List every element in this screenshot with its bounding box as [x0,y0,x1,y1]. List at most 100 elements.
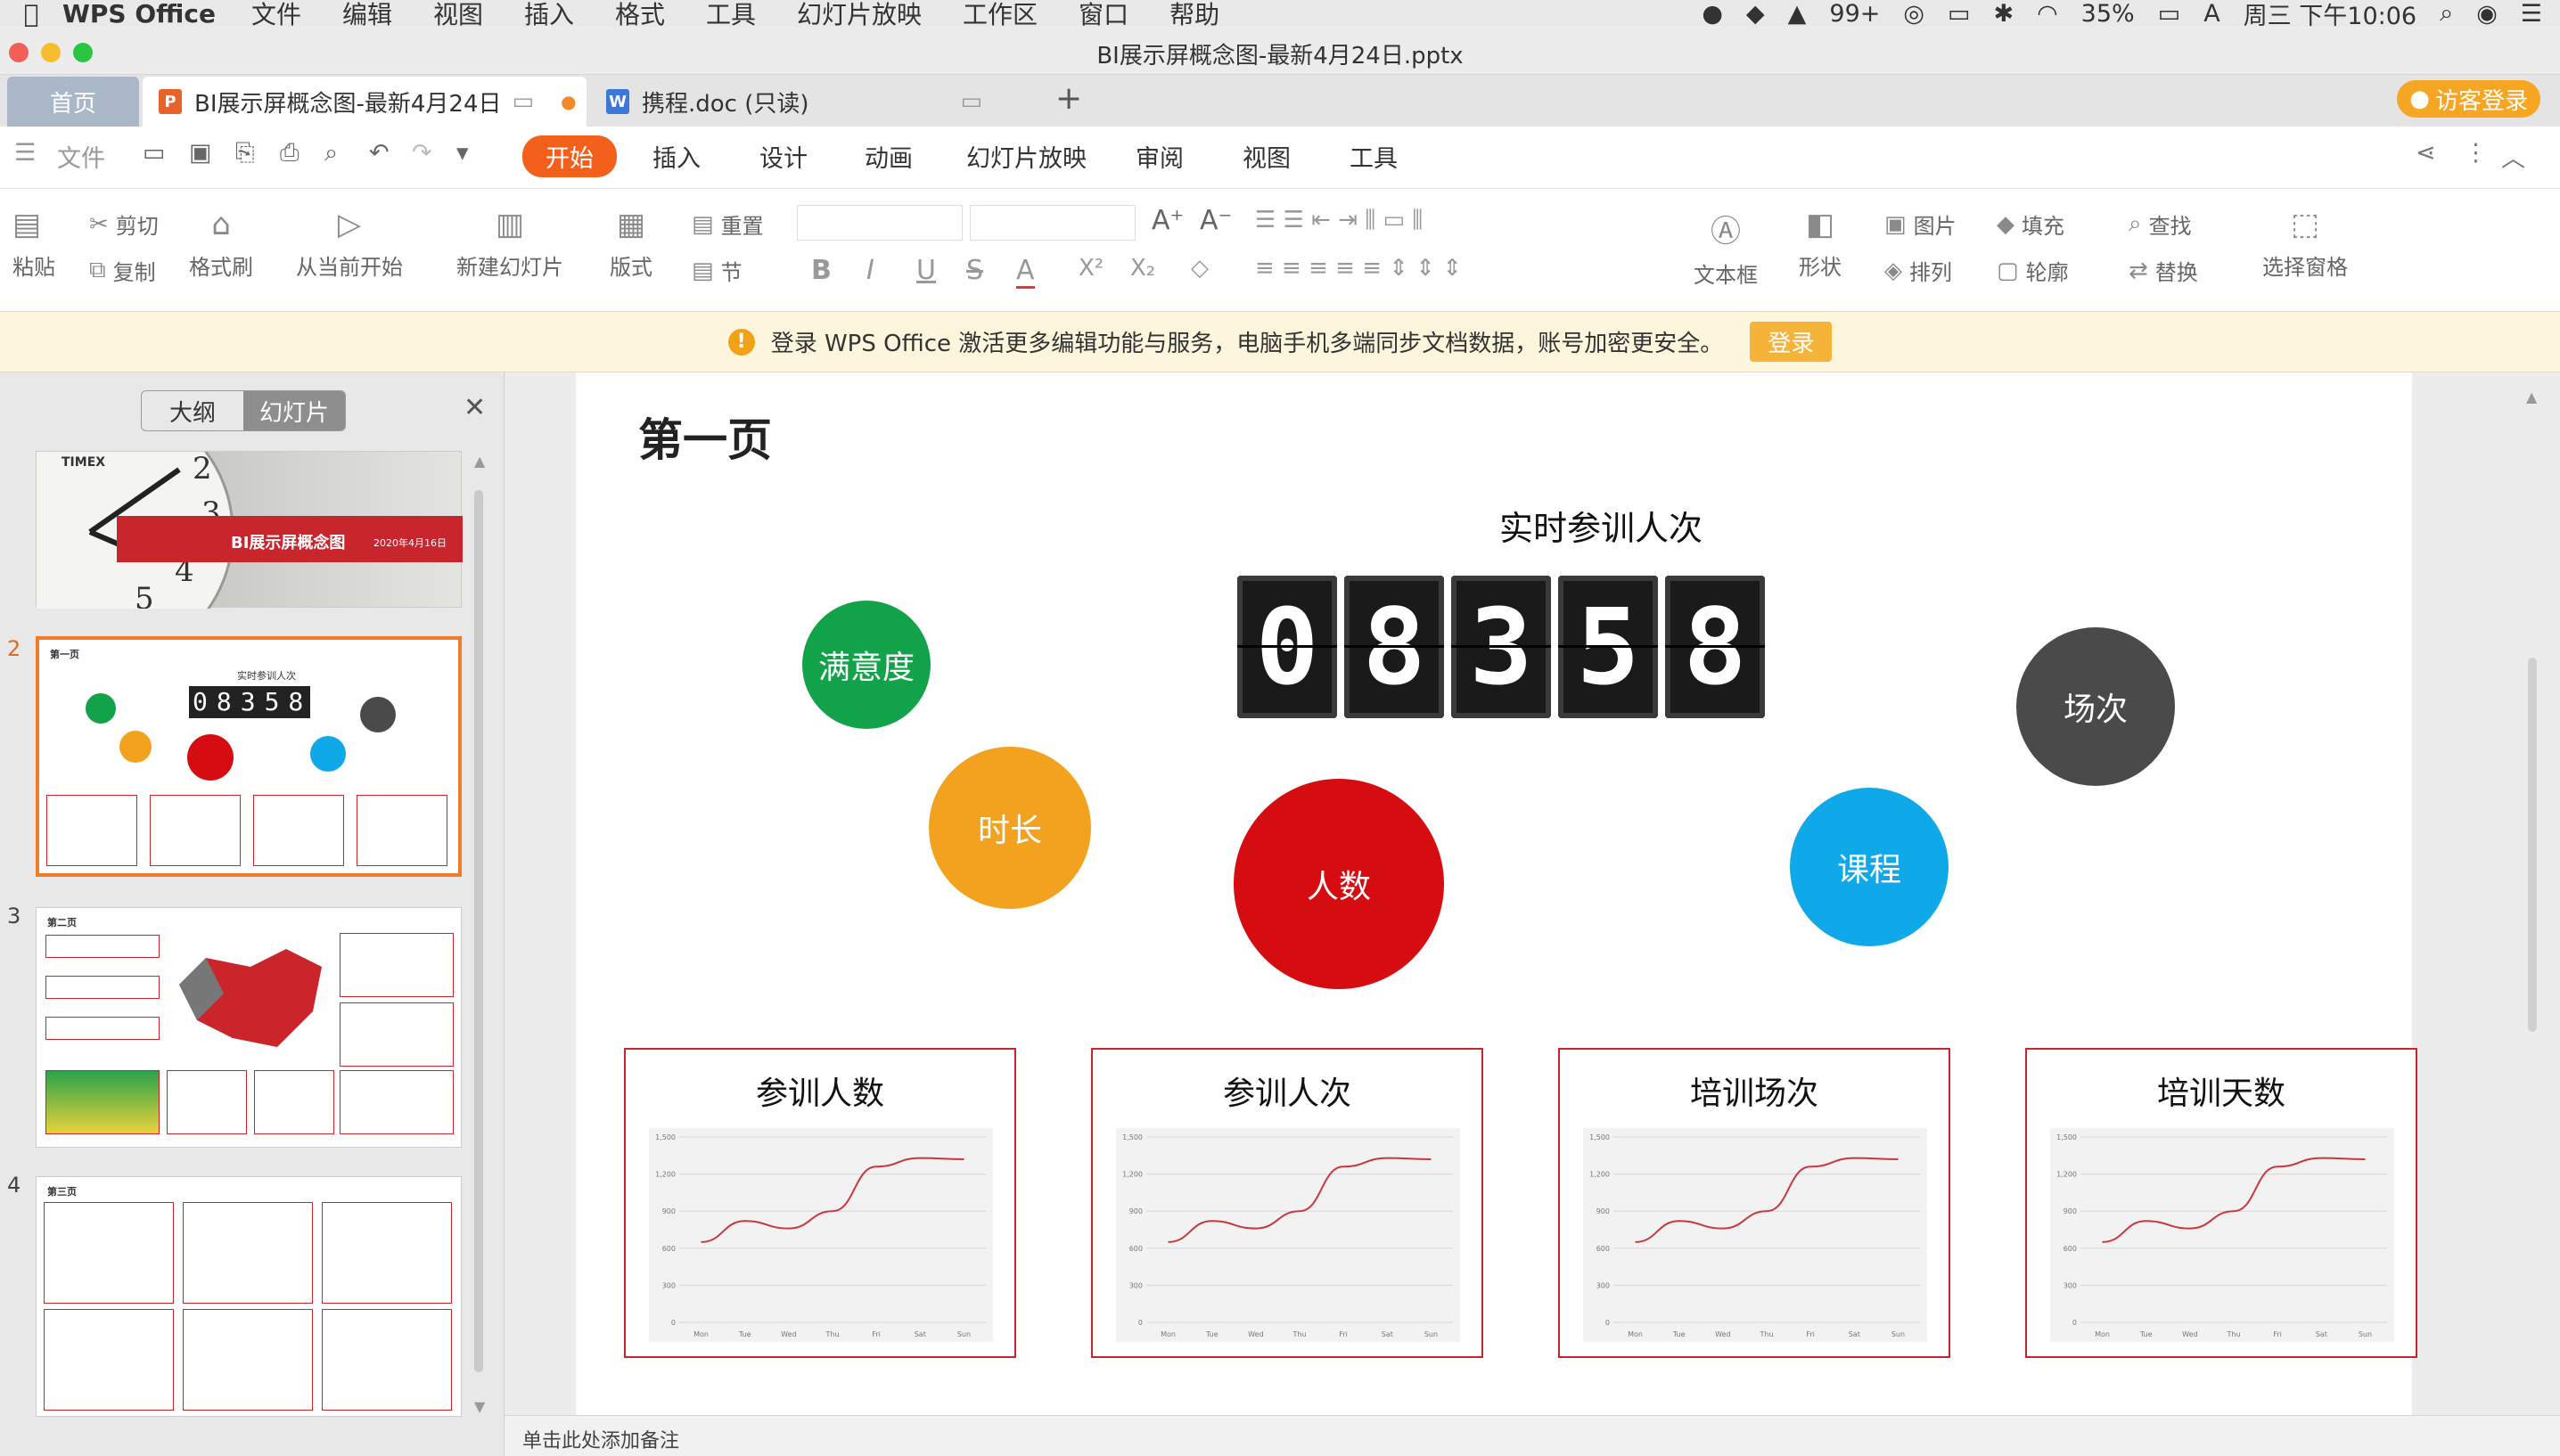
replace-button[interactable]: ⇄ 替换 [2129,255,2198,286]
print-preview-icon[interactable]: ⌕ [324,139,338,168]
slide-thumb-2[interactable]: 第一页 实时参训人次 08358 [36,636,462,877]
print-icon[interactable]: ⎙ [280,139,299,168]
grow-font-icon[interactable]: A⁺ [1152,205,1184,236]
bullets-icon[interactable]: ☰ ☰ ⇤ ⇥ ⫼ ▭ ⫼ [1255,207,1423,234]
add-tab-button[interactable]: + [1055,80,1082,117]
stat-card-sessions[interactable]: 培训场次 0 300 600 900 1,200 1,500 Mon Tue Wed Thu Fri… [1558,1048,1950,1358]
font-size-select[interactable] [970,205,1136,241]
tab-home[interactable]: 首页 [7,77,139,127]
siri-icon[interactable]: ◉ [2476,0,2498,28]
arrange-button[interactable]: ◈ 排列 [1884,255,1952,286]
tab-tools[interactable]: 工具 [1350,139,1398,174]
slide-thumb-3[interactable]: 第二页 [36,907,462,1148]
guest-login-button[interactable]: ● 访客登录 [2397,80,2540,118]
airplay-icon[interactable]: ▭ [1948,0,1971,28]
scroll-up-icon[interactable]: ▲ [2526,389,2537,405]
tab-animation[interactable]: 动画 [865,139,913,174]
font-family-select[interactable] [797,205,963,241]
more-icon[interactable]: ⋮ [2464,139,2488,167]
stat-card-visits[interactable]: 参训人次 0 300 600 900 1,200 1,500 Mon Tue Wed Thu Fri… [1091,1048,1483,1358]
bubble-people[interactable]: 人数 [1234,779,1444,989]
battery-icon[interactable]: ▭ [2158,0,2181,28]
notification-badge[interactable]: 99+ [1829,0,1880,28]
outline-tab[interactable]: 大纲 [142,391,243,430]
counter-label[interactable]: 实时参训人次 [576,501,2412,550]
layout-button[interactable]: ▦ 版式 [610,207,652,281]
section-button[interactable]: ▤ 节 [692,255,743,286]
bubble-duration[interactable]: 时长 [929,747,1091,909]
underline-icon[interactable]: U [916,255,936,286]
tab-design[interactable]: 设计 [759,139,808,174]
paste-button[interactable]: ▤ 粘贴 [12,207,55,281]
tab-review[interactable]: 审阅 [1136,139,1184,174]
bubble-course[interactable]: 课程 [1790,788,1949,946]
find-button[interactable]: ⌕ 查找 [2129,209,2192,240]
outline-button[interactable]: ▢ 轮廓 [1997,255,2069,286]
play-from-current-button[interactable]: ▷ 从当前开始 [296,207,403,281]
slides-tab[interactable]: 幻灯片 [243,391,345,430]
cut-button[interactable]: ✂ 剪切 [89,209,159,240]
close-sidebar-icon[interactable]: ✕ [464,392,486,423]
hamburger-icon[interactable]: ☰ [14,139,36,167]
bubble-sessions[interactable]: 场次 [2016,627,2175,786]
qq-icon[interactable]: ▲ [1788,0,1807,28]
control-center-icon[interactable]: ☰ [2521,0,2542,28]
fill-button[interactable]: ◆ 填充 [1997,209,2064,240]
search-status-icon[interactable]: ◎ [1903,0,1924,28]
share-doc-icon[interactable]: ⎘ [235,139,255,168]
apple-icon[interactable]:  [0,0,62,29]
scroll-thumb[interactable] [2528,658,2537,1032]
tab-word-doc[interactable]: W 携程.doc (只读) ▭ [594,77,1013,127]
subscript-icon[interactable]: X₂ [1130,255,1155,282]
scroll-up-icon[interactable]: ▲ [474,453,485,470]
align-icons[interactable]: ≡ ≡ ≡ ≡ ≡ ⇕ ⇕ ⇕ [1255,255,1462,282]
select-pane-button[interactable]: ⬚ 选择窗格 [2262,207,2348,281]
wifi-icon[interactable]: ◠ [2037,0,2058,28]
collapse-ribbon-icon[interactable]: ︿ [2501,139,2525,174]
sidebar-scrollbar[interactable]: ▲ ▼ [471,453,488,1415]
italic-icon[interactable]: I [866,255,874,286]
shape-button[interactable]: ◧ 形状 [1799,207,1842,281]
bubble-satisfaction[interactable]: 满意度 [802,601,931,729]
format-painter-button[interactable]: ⌂ 格式刷 [189,207,253,281]
more-quick-access-icon[interactable]: ▾ [456,139,469,167]
new-slide-button[interactable]: ▥ 新建幻灯片 [456,207,563,281]
shrink-font-icon[interactable]: A⁻ [1200,205,1232,236]
spotlight-icon[interactable]: ⌕ [2440,0,2453,28]
copy-button[interactable]: ⧉ 复制 [89,255,156,286]
undo-icon[interactable]: ↶ [369,139,390,167]
slide-thumb-1[interactable]: 2 3 4 5 TIMEX BI展示屏概念图 2020年4月16日 [0,397,463,667]
file-menu[interactable]: 文件 [57,139,105,174]
stat-card-participants[interactable]: 参训人数 0 300 600 900 1,200 1,500 Mon Tue Wed Thu Fri… [624,1048,1016,1358]
tab-insert[interactable]: 插入 [652,139,701,174]
tab-slideshow[interactable]: 幻灯片放映 [966,139,1087,174]
input-method[interactable]: A [2203,0,2219,28]
tab-view[interactable]: 视图 [1243,139,1291,174]
slide-canvas[interactable]: 第一页 实时参训人次 0 8 3 5 8 满意度 时长 人数 课程 场次 参训人… [576,372,2417,1415]
open-icon[interactable]: ▭ [143,139,166,167]
evernote-icon[interactable]: ◆ [1746,0,1765,28]
stat-card-days[interactable]: 培训天数 0 300 600 900 1,200 1,500 Mon Tue Wed Thu Fri… [2025,1048,2417,1358]
save-icon[interactable]: ▣ [189,139,212,167]
editor-scrollbar[interactable]: ▲ [2507,372,2560,1415]
banner-login-button[interactable]: 登录 [1750,322,1833,362]
slide-title[interactable]: 第一页 [638,405,772,469]
bluetooth-icon[interactable]: ✱ [1993,0,2014,28]
strikethrough-icon[interactable]: S [966,255,983,286]
textbox-button[interactable]: Ⓐ 文本框 [1694,207,1758,289]
notes-pane[interactable]: 单击此处添加备注 [505,1415,2560,1456]
slide-thumb-4[interactable]: 第三页 [36,1176,462,1417]
flip-counter[interactable]: 0 8 3 5 8 [1237,576,1765,718]
wechat-icon[interactable]: ● [1702,0,1723,28]
share-icon[interactable]: ⋖ [2416,139,2436,167]
superscript-icon[interactable]: X² [1079,255,1104,282]
tab-presentation[interactable]: P BI展示屏概念图-最新4月24日 ▭ ● [143,77,587,127]
reset-button[interactable]: ▤ 重置 [692,209,764,240]
redo-icon[interactable]: ↷ [412,139,432,167]
clear-format-icon[interactable]: ◇ [1191,255,1209,282]
scroll-thumb[interactable] [474,490,483,1372]
tab-start[interactable]: 开始 [522,135,617,177]
scroll-down-icon[interactable]: ▼ [474,1398,485,1415]
font-color-icon[interactable]: A [1016,255,1035,289]
app-menu[interactable]: WPS Office [62,0,216,29]
